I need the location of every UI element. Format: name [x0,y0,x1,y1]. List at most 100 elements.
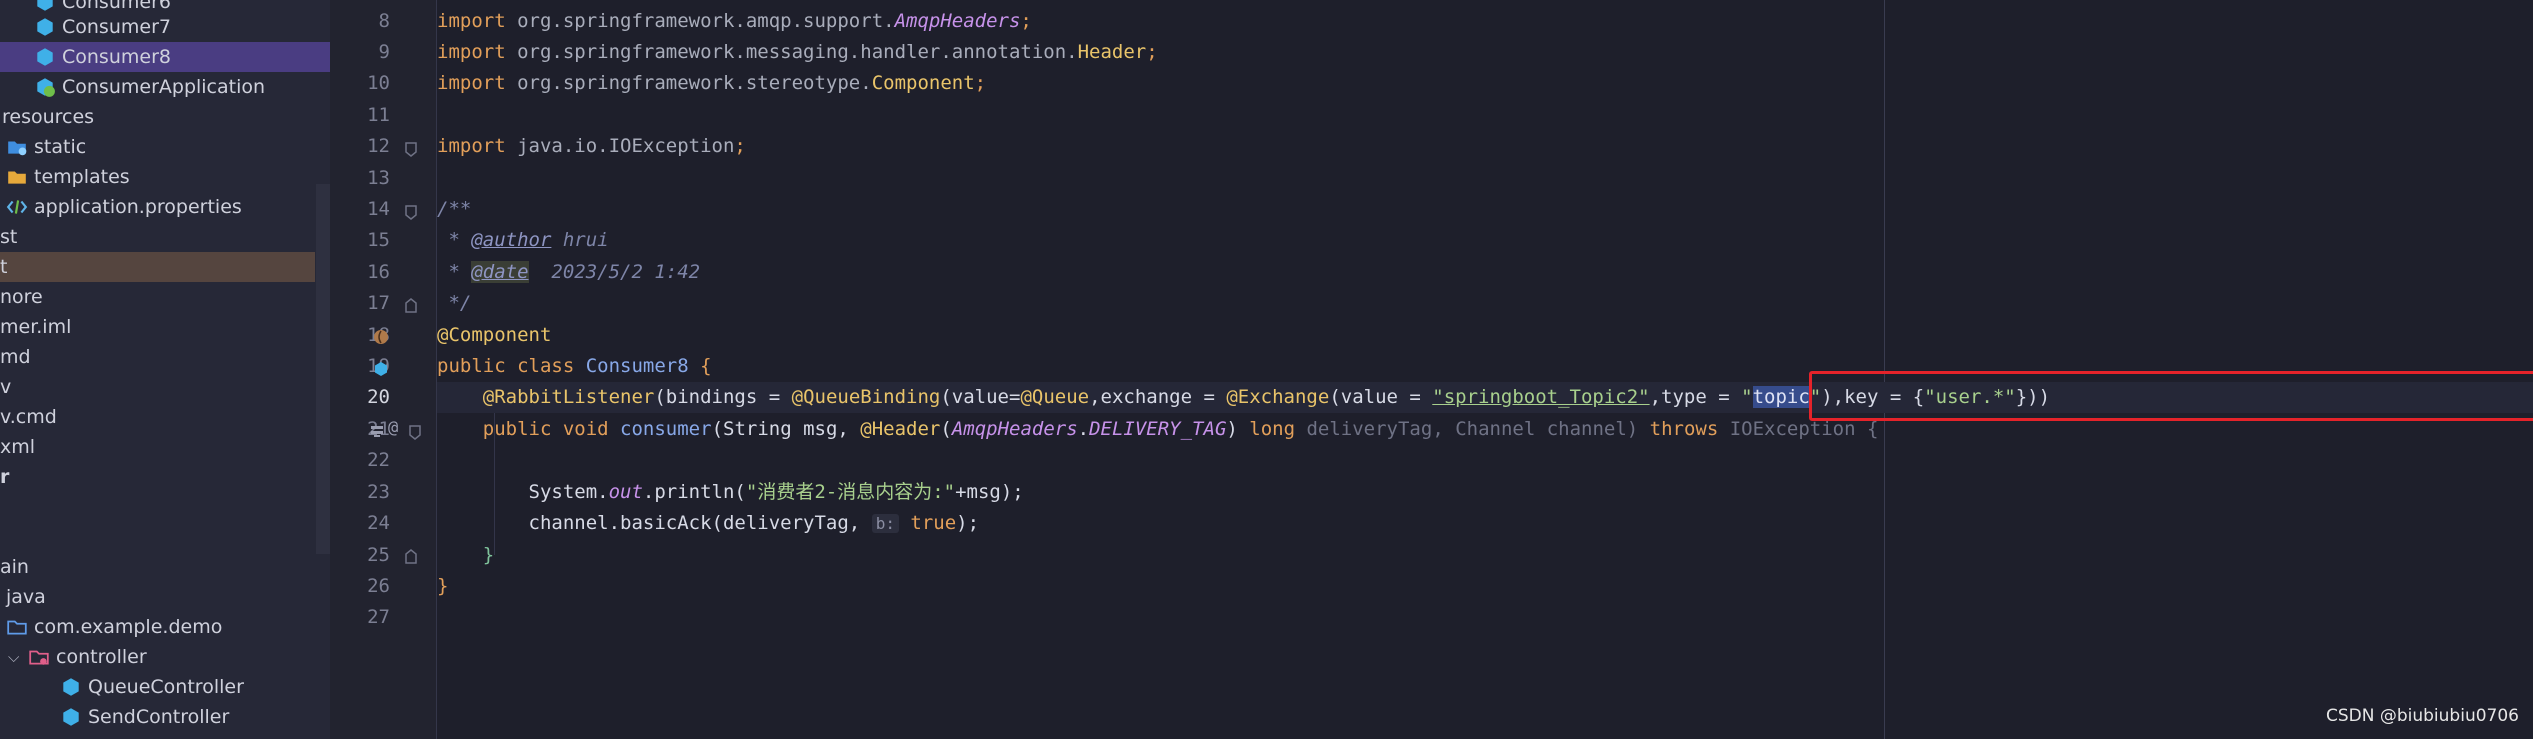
line-number: 22 [367,449,390,471]
parameter-hint: b: [871,514,899,533]
package-icon [7,620,27,635]
tree-item-label: static [34,136,87,158]
code-line-23: System.out.println("消费者2-消息内容为:"+msg); [528,481,1024,503]
tree-item-label: controller [56,646,147,668]
line-number: 25 [367,544,390,566]
line-number: 26 [367,575,390,597]
project-tree: Consumer6 Consumer7 Consumer8 ConsumerAp… [0,0,330,739]
line-number: 11 [367,104,390,126]
bean-icon[interactable] [372,328,390,346]
package-icon [29,650,49,665]
tree-item-md[interactable]: md [0,342,330,372]
tree-item-static[interactable]: static [0,132,330,162]
folder-icon [8,141,27,156]
tree-item-xml[interactable]: xml [0,432,330,462]
code-line-17: */ [437,292,472,314]
line-number: 9 [378,41,390,63]
tree-item-application-properties[interactable]: application.properties [0,192,330,222]
tree-item-consumer8[interactable]: Consumer8 [0,42,330,72]
tree-item-ain[interactable]: ain [0,552,330,582]
tree-item-label: java [6,586,46,608]
tree-item-r[interactable]: r [0,462,330,492]
tree-item-label: SendController [88,706,230,728]
fold-icon[interactable] [402,140,420,158]
tree-item-v[interactable]: v [0,372,330,402]
class-icon [63,678,79,696]
spring-class-icon [37,78,55,97]
at-sign-icon[interactable]: @ [388,418,398,438]
tree-item-nore[interactable]: nore [0,282,330,312]
editor-gutter: 8 9 10 11 12 13 14 15 16 17 18 19 20 21 … [330,0,437,739]
tree-item-controller[interactable]: ⌵ controller [0,642,330,672]
tree-scrollbar[interactable] [316,184,330,554]
tree-item-label: com.example.demo [34,616,223,638]
tree-item-label: application.properties [34,196,242,218]
tree-item-label: ain [0,556,29,578]
tree-item-label: v [0,376,12,398]
code-line-8: import org.springframework.amqp.support.… [437,10,1032,32]
code-line-9: import org.springframework.messaging.han… [437,41,1158,63]
code-editor[interactable]: import org.springframework.amqp.support.… [437,0,2533,739]
tree-item-label: nore [0,286,43,308]
code-line-25: } [437,544,495,566]
tree-item-label: templates [34,166,130,188]
code-line-15: * @author hrui [437,229,609,251]
line-number: 16 [367,261,390,283]
class-icon [37,48,53,66]
tree-item-label: QueueController [88,676,244,698]
tree-item-sendcontroller[interactable]: SendController [0,702,330,732]
tree-item-label: ConsumerApplication [62,76,266,98]
line-number: 15 [367,229,390,251]
line-number: 17 [367,292,390,314]
tree-item-label: xml [0,436,36,458]
line-number: 12 [367,135,390,157]
highlight-box [1809,371,2533,421]
tree-item-label: Consumer8 [62,46,171,68]
line-number: 24 [367,512,390,534]
code-line-14: /** [437,198,472,220]
tree-item-templates[interactable]: templates [0,162,330,192]
tree-item-consumerapplication[interactable]: ConsumerApplication [0,72,330,102]
fold-icon[interactable] [402,297,420,315]
tree-item-st[interactable]: st [0,222,330,252]
tree-item-v-cmd[interactable]: v.cmd [0,402,330,432]
code-line-18: @Component [437,324,552,346]
chevron-down-icon[interactable]: ⌵ [8,648,22,666]
tree-item-com-example-demo[interactable]: com.example.demo [0,612,330,642]
class-icon [37,18,53,36]
tree-item-label: md [0,346,31,368]
line-number: 23 [367,481,390,503]
tree-item-java[interactable]: java [0,582,330,612]
tree-item-label: t [0,256,8,278]
queue-icon[interactable] [368,422,386,440]
line-number-current: 20 [367,386,390,408]
line-number: 27 [367,606,390,628]
watermark: CSDN @biubiubiu0706 [2325,706,2519,726]
properties-icon [6,200,28,214]
tree-item-consumer7[interactable]: Consumer7 [0,12,330,42]
code-line-24: channel.basicAck(deliveryTag, b: true); [528,512,980,534]
code-line-10: import org.springframework.stereotype.Co… [437,72,987,94]
tree-item-label: Consumer7 [62,16,171,38]
tree-item-resources[interactable]: resources [0,102,330,132]
folder-icon [8,171,26,184]
tree-item-mer-iml[interactable]: mer.iml [0,312,330,342]
line-number: 14 [367,198,390,220]
code-line-12: import java.io.IOException; [437,135,746,157]
tree-item-label: v.cmd [0,406,57,428]
line-number: 13 [367,167,390,189]
tree-item-label: st [0,226,18,248]
code-line-16: * @date 2023/5/2 1:42 [437,261,701,283]
line-number: 10 [367,72,390,94]
selected-text: topic [1752,386,1810,408]
fold-icon[interactable] [402,548,420,566]
fold-icon[interactable] [402,203,420,221]
tree-item-label: r [0,466,10,488]
tree-item-queuecontroller[interactable]: QueueController [0,672,330,702]
tree-item-label: resources [2,106,95,128]
line-number: 8 [378,10,390,32]
class-icon[interactable] [372,360,390,378]
class-icon [63,708,79,726]
fold-icon[interactable] [406,423,424,441]
tree-item-t[interactable]: t [0,252,315,282]
